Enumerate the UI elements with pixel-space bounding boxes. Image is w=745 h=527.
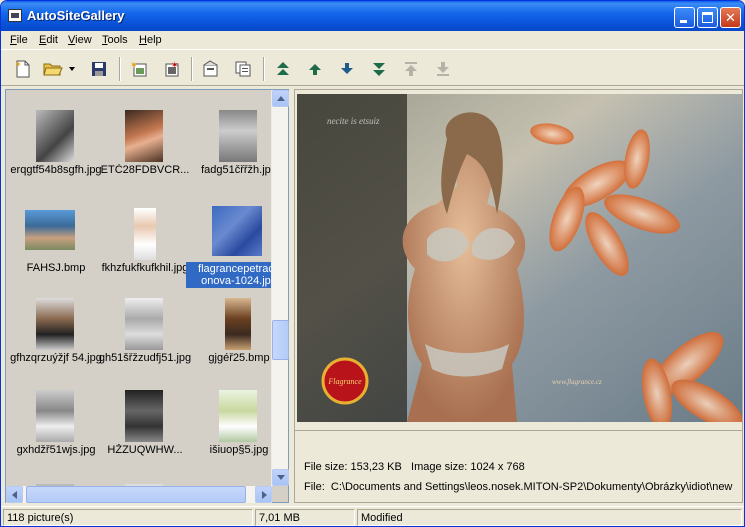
save-icon[interactable] <box>89 59 109 79</box>
toolbar: ✶ ✶ ✶ <box>1 51 744 86</box>
menu-view[interactable]: View <box>68 34 92 46</box>
window-title: AutoSiteGallery <box>27 8 125 23</box>
new-icon[interactable]: ✶ <box>13 59 33 79</box>
scroll-down-button[interactable] <box>272 469 289 486</box>
horizontal-scroll-thumb[interactable] <box>26 486 246 503</box>
thumbnail-image <box>125 110 163 162</box>
move-top-icon[interactable] <box>273 59 293 79</box>
title-bar[interactable]: AutoSiteGallery ✕ <box>1 1 744 31</box>
add-picture-icon[interactable]: ✶ <box>129 59 149 79</box>
thumbnail-list[interactable]: erqgtf54b8sgfh.jpg ETČ28FDBVCR... fadg51… <box>5 89 289 503</box>
add-folder-icon[interactable]: ✶ <box>161 59 181 79</box>
close-button[interactable]: ✕ <box>720 7 741 28</box>
file-size-line: File size: 153,23 KB Image size: 1024 x … <box>304 461 525 473</box>
scroll-left-button[interactable] <box>6 486 23 503</box>
menu-help-key: H <box>139 34 147 46</box>
menu-tools[interactable]: Tools <box>102 34 128 46</box>
menu-edit[interactable]: Edit <box>39 34 58 46</box>
file-size-label: File size: <box>304 461 348 473</box>
move-bottom-disabled-icon <box>433 59 453 79</box>
menu-edit-label: dit <box>46 34 58 46</box>
thumbnail-item[interactable]: gh51šřžzudfj51.jpg <box>98 298 192 392</box>
file-path-line: File: C:\Documents and Settings\leos.nos… <box>304 481 732 493</box>
preview-watermark-top: necite is etsuiz <box>327 116 380 126</box>
toolbar-separator <box>263 57 265 81</box>
toolbar-separator <box>119 57 121 81</box>
menu-file-key: F <box>10 34 17 46</box>
dropdown-arrow-icon[interactable] <box>67 59 77 79</box>
app-icon[interactable] <box>8 9 22 22</box>
thumbnail-item[interactable]: gfhzqrzuýžjf 54.jpg <box>9 298 103 392</box>
thumbnail-image <box>219 390 257 442</box>
svg-text:✶: ✶ <box>15 60 22 69</box>
thumbnail-item[interactable]: HŽZUQWHW... <box>98 390 192 484</box>
svg-text:✶: ✶ <box>171 60 179 70</box>
thumbnail-item[interactable]: fkhzfukfkufkhil.jpg <box>98 208 192 302</box>
scroll-right-button[interactable] <box>255 486 272 503</box>
preview-image: Flagrance necite is etsuiz www.flagrance… <box>297 94 742 422</box>
thumbnail-image <box>36 110 74 162</box>
menu-help[interactable]: Help <box>139 34 162 46</box>
move-up-icon[interactable] <box>305 59 325 79</box>
thumbnail-image <box>212 206 262 256</box>
thumbnail-item[interactable]: FAHSJ.bmp <box>9 208 103 302</box>
preview-pane: Flagrance necite is etsuiz www.flagrance… <box>294 89 743 503</box>
move-top-disabled-icon <box>401 59 421 79</box>
thumbnail-caption: HŽZUQWHW... <box>107 444 183 456</box>
image-info-panel: File size: 153,23 KB Image size: 1024 x … <box>295 430 742 502</box>
menu-bar: File Edit View Tools Help <box>1 31 744 50</box>
open-folder-icon[interactable] <box>43 59 63 79</box>
image-size-value: 1024 x 768 <box>470 461 525 473</box>
minimize-button[interactable] <box>674 7 695 28</box>
menu-file-label: ile <box>16 34 28 46</box>
properties-icon[interactable] <box>201 59 221 79</box>
file-path-value: C:\Documents and Settings\leos.nosek.MIT… <box>330 481 733 493</box>
menu-file[interactable]: File <box>10 34 28 46</box>
thumbnail-image <box>134 208 156 260</box>
app-window: AutoSiteGallery ✕ File Edit View Tools H… <box>0 0 745 527</box>
toolbar-separator <box>191 57 193 81</box>
thumbnail-image <box>36 390 74 442</box>
copy-icon[interactable] <box>233 59 253 79</box>
svg-text:✶: ✶ <box>130 60 138 70</box>
menu-view-label: iew <box>75 34 92 46</box>
file-label: File: <box>304 481 325 493</box>
vertical-scroll-thumb[interactable] <box>272 320 289 360</box>
vertical-scrollbar[interactable] <box>271 90 289 486</box>
horizontal-scrollbar[interactable] <box>6 486 272 503</box>
minimize-icon <box>680 20 687 23</box>
status-total-size: 7,01 MB <box>255 509 355 526</box>
preview-badge-text: Flagrance <box>327 377 362 386</box>
thumbnail-item[interactable]: ETČ28FDBVCR... <box>98 110 192 204</box>
move-down-icon[interactable] <box>337 59 357 79</box>
thumbnail-image <box>219 110 257 162</box>
menu-help-label: elp <box>146 34 162 46</box>
thumbnail-item[interactable]: gxhdžř51wjs.jpg <box>9 390 103 484</box>
status-bar: 118 picture(s) 7,01 MB Modified <box>1 506 744 526</box>
thumbnail-image <box>36 298 74 350</box>
menu-tools-label: ools <box>107 34 128 46</box>
maximize-icon <box>702 12 713 23</box>
thumbnail-caption: fkhzfukfkufkhil.jpg <box>101 262 189 274</box>
thumbnail-image <box>125 390 163 442</box>
thumbnail-image <box>125 298 163 350</box>
thumbnail-image <box>225 298 251 350</box>
file-size-value: 153,23 KB <box>350 461 402 473</box>
thumbnail-caption: gh51šřžzudfj51.jpg <box>98 352 192 364</box>
status-picture-count: 118 picture(s) <box>3 509 253 526</box>
image-size-label: Image size: <box>411 461 468 473</box>
thumbnail-item[interactable]: erqgtf54b8sgfh.jpg <box>9 110 103 204</box>
status-state: Modified <box>357 509 742 526</box>
close-icon: ✕ <box>725 10 736 25</box>
thumbnail-image <box>25 210 75 250</box>
preview-watermark-bottom: www.flagrance.cz <box>552 378 602 386</box>
thumbnail-caption: ETČ28FDBVCR... <box>100 164 190 176</box>
move-bottom-icon[interactable] <box>369 59 389 79</box>
scroll-up-button[interactable] <box>272 90 289 107</box>
maximize-button[interactable] <box>697 7 718 28</box>
